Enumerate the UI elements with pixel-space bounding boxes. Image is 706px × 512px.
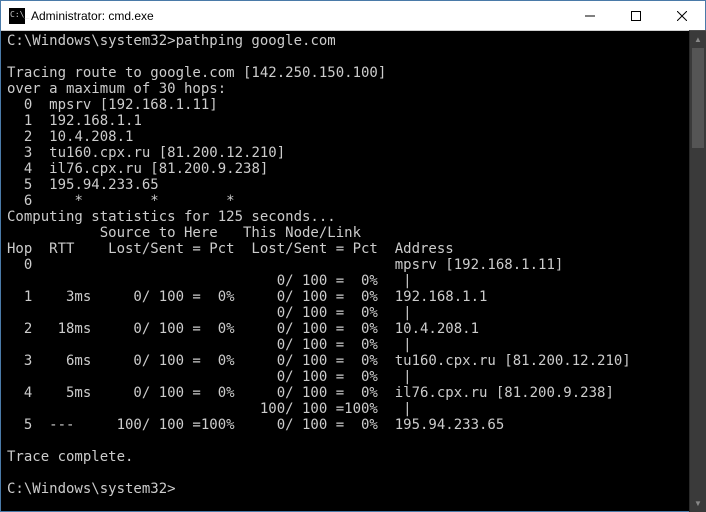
window-controls	[567, 1, 705, 30]
route-line: 3 tu160.cpx.ru [81.200.12.210]	[7, 145, 285, 161]
stats-row: 5 --- 100/ 100 =100% 0/ 100 = 0% 195.94.…	[7, 417, 504, 433]
command: pathping google.com	[176, 33, 336, 49]
scroll-thumb[interactable]	[692, 48, 704, 148]
close-icon	[677, 11, 687, 21]
route-line: 4 il76.cpx.ru [81.200.9.238]	[7, 161, 268, 177]
stats-row: 4 5ms 0/ 100 = 0% 0/ 100 = 0% il76.cpx.r…	[7, 385, 614, 401]
stats-row: 0 mpsrv [192.168.1.11]	[7, 257, 563, 273]
route-line: 2 10.4.208.1	[7, 129, 133, 145]
close-button[interactable]	[659, 1, 705, 30]
minimize-button[interactable]	[567, 1, 613, 30]
scroll-up-arrow[interactable]: ▲	[690, 31, 706, 48]
titlebar[interactable]: Administrator: cmd.exe	[1, 1, 705, 31]
stats-columns: Hop RTT Lost/Sent = Pct Lost/Sent = Pct …	[7, 241, 454, 257]
cmd-icon	[9, 8, 25, 24]
prompt-line: C:\Windows\system32>pathping google.com	[7, 33, 336, 49]
cmd-window: Administrator: cmd.exe C:\Windows\system…	[0, 0, 706, 512]
maximize-button[interactable]	[613, 1, 659, 30]
window-title: Administrator: cmd.exe	[31, 9, 567, 23]
scroll-down-arrow[interactable]: ▼	[690, 495, 706, 512]
route-line: 6 * * *	[7, 193, 235, 209]
maximize-icon	[631, 11, 641, 21]
route-line: 0 mpsrv [192.168.1.11]	[7, 97, 218, 113]
terminal-output[interactable]: C:\Windows\system32>pathping google.com …	[1, 31, 705, 511]
stats-row: 1 3ms 0/ 100 = 0% 0/ 100 = 0% 192.168.1.…	[7, 289, 487, 305]
stats-row: 3 6ms 0/ 100 = 0% 0/ 100 = 0% tu160.cpx.…	[7, 353, 631, 369]
trace-complete: Trace complete.	[7, 449, 133, 465]
vertical-scrollbar[interactable]: ▲ ▼	[689, 30, 706, 512]
stats-header: Source to Here This Node/Link	[7, 225, 361, 241]
stats-row: 0/ 100 = 0% |	[7, 273, 412, 289]
route-line: 1 192.168.1.1	[7, 113, 142, 129]
computing-line: Computing statistics for 125 seconds...	[7, 209, 336, 225]
route-line: 5 195.94.233.65	[7, 177, 159, 193]
trace-header-2: over a maximum of 30 hops:	[7, 81, 226, 97]
stats-row: 100/ 100 =100% |	[7, 401, 412, 417]
prompt: C:\Windows\system32>	[7, 33, 176, 49]
stats-row: 0/ 100 = 0% |	[7, 305, 412, 321]
stats-row: 2 18ms 0/ 100 = 0% 0/ 100 = 0% 10.4.208.…	[7, 321, 479, 337]
stats-row: 0/ 100 = 0% |	[7, 337, 412, 353]
minimize-icon	[585, 11, 595, 21]
trace-header: Tracing route to google.com [142.250.150…	[7, 65, 386, 81]
prompt: C:\Windows\system32>	[7, 481, 176, 497]
stats-row: 0/ 100 = 0% |	[7, 369, 412, 385]
